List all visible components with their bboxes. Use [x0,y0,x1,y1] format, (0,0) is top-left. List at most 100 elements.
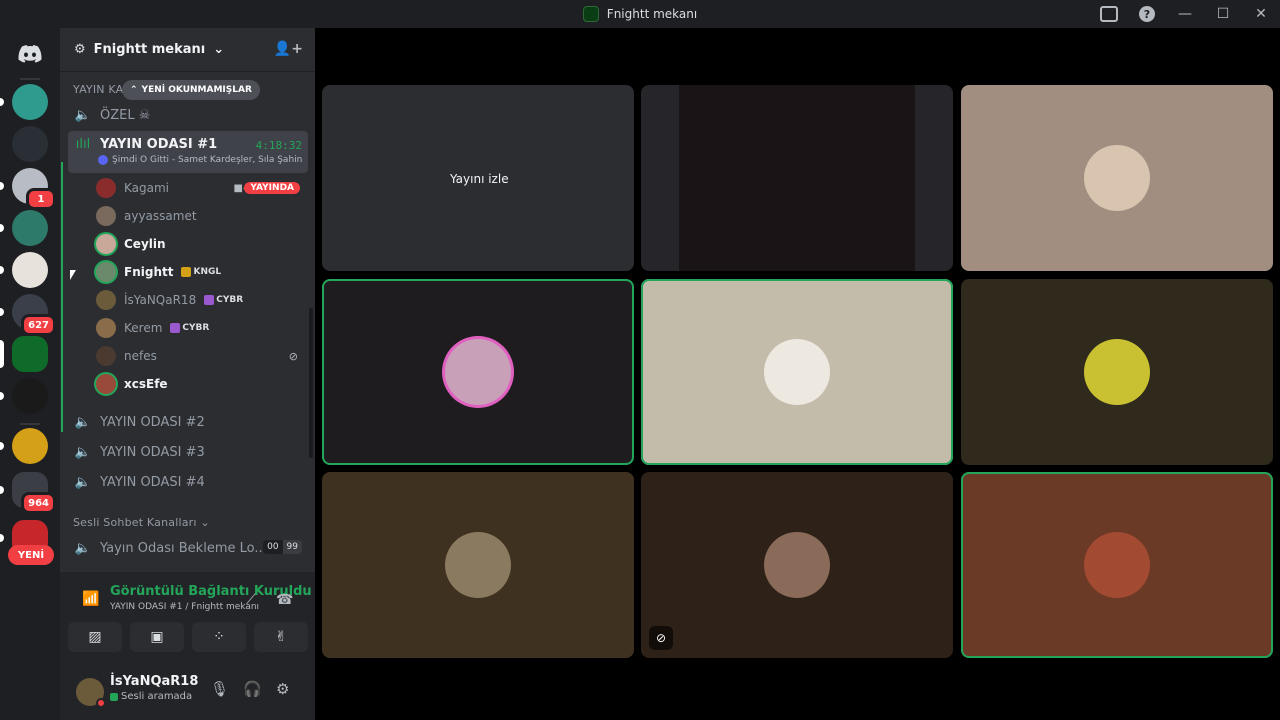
participant-tile[interactable] [641,279,953,465]
voice-member[interactable]: Kerem CYBR [96,315,306,341]
settings-gear-icon[interactable]: ⚙ [276,680,289,698]
channel-name: ÖZEL ☠ [100,107,151,123]
server-icon[interactable] [0,428,48,464]
channel-name: YAYIN ODASI #3 [100,444,205,460]
chevron-up-icon: ⌃ [130,85,138,95]
muted-mic-icon: ⊘ [288,349,298,363]
user-count: 00 [263,540,283,554]
channel-name: Yayın Odası Bekleme Lo... [100,540,267,556]
stream-tile[interactable]: Yayını izle [322,85,634,271]
voice-member[interactable]: xcsEfe [96,371,306,397]
participant-avatar [764,532,830,598]
server-icon[interactable] [0,84,48,120]
category-broadcast[interactable]: YAYIN KA [73,83,123,96]
member-tag-text: KNGL [193,267,222,277]
soundboard-button[interactable]: ✌ [254,622,308,652]
maximize-button[interactable]: ☐ [1204,0,1242,28]
live-badge: YAYINDA [244,182,300,194]
channel-yayin-odasi-3[interactable]: 🔈 YAYIN ODASI #3 [68,438,308,466]
member-name: nefes [124,349,157,363]
participant-tile[interactable] [322,279,634,465]
voice-status-icon [110,692,118,701]
voice-member[interactable]: ayyassamet [96,203,306,229]
watch-stream-button[interactable]: Yayını izle [436,162,523,196]
activities-icon: ⁘ [213,629,225,645]
muted-mic-icon: ⊘ [649,626,673,650]
voice-member[interactable]: Kagami ■◂ YAYINDA [96,175,306,201]
speaker-icon: 🔈 [74,107,92,123]
discord-home-icon[interactable] [12,36,48,72]
voice-member[interactable]: İsYaNQaR18 CYBR [96,287,306,313]
channel-yayin-odasi-1[interactable]: ılıl YAYIN ODASI #1 4:18:32 Şimdi O Gitt… [68,131,308,173]
member-name: xcsEfe [124,377,168,391]
user-limit: 99 [282,540,302,554]
channel-timer: 4:18:32 [255,139,302,152]
server-icon[interactable]: 627 [0,294,56,336]
soundboard-icon: ✌ [275,629,287,645]
channel-name: YAYIN ODASI #2 [100,414,205,430]
invite-people-icon[interactable]: 👤+ [274,41,303,57]
headphones-icon[interactable]: 🎧 [243,680,262,698]
channel-name: YAYIN ODASI #4 [100,474,205,490]
close-button[interactable]: ✕ [1242,0,1280,28]
video-tile[interactable] [641,85,953,271]
member-name: Ceylin [124,237,166,251]
participant-tile[interactable]: ⊘ [641,472,953,658]
minimize-button[interactable]: — [1166,0,1204,28]
user-status: Sesli aramada [110,691,192,702]
avatar [96,290,116,310]
participant-tile[interactable] [322,472,634,658]
new-servers-badge[interactable]: YENİ [8,545,54,565]
channel-yayin-odasi-2[interactable]: 🔈 YAYIN ODASI #2 [68,408,308,436]
new-unreads-pill[interactable]: ⌃ YENİ OKUNMAMIŞLAR [122,80,260,100]
server-icon[interactable] [0,252,48,288]
user-name[interactable]: İsYaNQaR18 [110,674,198,689]
camera-off-button[interactable]: ▨ [68,622,122,652]
microphone-icon[interactable]: 🎙 [210,680,229,698]
channel-yayin-odasi-4[interactable]: 🔈 YAYIN ODASI #4 [68,468,308,496]
member-name: Kagami [124,181,170,195]
channel-private[interactable]: 🔈 ÖZEL ☠ [68,101,308,129]
music-activity-icon [98,155,108,165]
unread-badge: 627 [21,314,56,336]
screen-share-button[interactable]: ▣ [130,622,184,652]
server-icon[interactable] [0,210,48,246]
activities-button[interactable]: ⁘ [192,622,246,652]
disconnect-icon[interactable]: ☎ [276,592,293,608]
user-avatar[interactable] [76,678,106,708]
connection-location[interactable]: YAYIN ODASI #1 / Fnightt mekanı [110,602,259,612]
connection-signal-icon[interactable]: 📶 [82,591,99,607]
server-folder-icon[interactable]: 964 [0,472,56,514]
participant-avatar [445,532,511,598]
voice-member[interactable]: nefes ⊘ [96,343,306,369]
server-icon[interactable] [0,378,48,414]
participant-avatar [1084,532,1150,598]
channel-scrollbar[interactable] [309,308,313,458]
channel-waiting-room[interactable]: 🔈 Yayın Odası Bekleme Lo... 00 99 [68,534,308,562]
title-bar: Fnightt mekanı ? — ☐ ✕ [0,0,1280,28]
server-icon[interactable]: 1 [0,168,56,210]
voice-stage: Yayını izle ⊘ [315,28,1280,720]
participant-tile[interactable] [961,279,1273,465]
noise-suppression-icon[interactable]: ⟋ [246,592,256,608]
member-tag-text: CYBR [216,295,244,305]
inbox-icon[interactable] [1090,0,1128,28]
category-voice-chat[interactable]: Sesli Sohbet Kanalları ⌄ [73,516,210,529]
server-header[interactable]: ⚙ Fnightt mekanı ⌄ 👤+ [60,28,315,72]
channel-name: YAYIN ODASI #1 [100,137,218,152]
voice-member[interactable]: Ceylin [96,231,306,257]
chevron-down-icon: ⌄ [200,516,210,529]
channel-activity: Şimdi O Gitti - Samet Kardeşler, Sıla Şa… [98,155,302,165]
voice-tree-line [61,162,63,432]
server-icon-active[interactable] [0,336,48,372]
voice-member[interactable]: Fnightt KNGL [96,259,306,285]
avatar [96,178,116,198]
help-icon[interactable]: ? [1128,0,1166,28]
tag-icon [204,295,215,305]
participant-tile[interactable] [961,472,1273,658]
speaker-icon: 🔈 [74,540,92,556]
user-panel: İsYaNQaR18 Sesli aramada 🎙 🎧 ⚙ [60,664,315,720]
participant-tile[interactable] [961,85,1273,271]
voice-activity-icon: ılıl [75,137,91,152]
server-icon[interactable] [12,126,48,162]
